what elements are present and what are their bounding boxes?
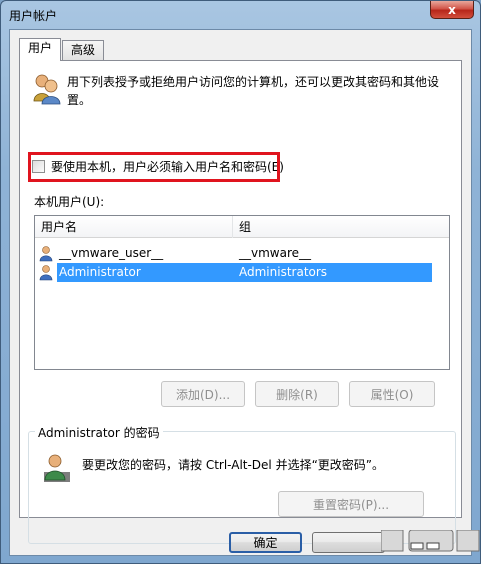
users-list-header: 用户名 组	[35, 216, 449, 238]
tab-users[interactable]: 用户	[19, 38, 62, 61]
column-header-group[interactable]: 组	[233, 216, 449, 238]
taskbar-buttons-icon	[380, 529, 480, 552]
password-instructions: 要更改您的密码，请按 Ctrl-Alt-Del 并选择“更改密码”。	[82, 458, 385, 472]
list-item-group: Administrators	[237, 263, 432, 282]
add-user-button[interactable]: 添加(D)...	[161, 381, 245, 407]
require-password-checkbox[interactable]	[32, 159, 45, 173]
user-icon	[39, 265, 53, 281]
list-item[interactable]: __vmware_user__ __vmware__	[38, 244, 432, 263]
require-password-label: 要使用本机，用户必须输入用户名和密码(E)	[51, 159, 284, 174]
list-item-username: __vmware_user__	[59, 246, 164, 260]
list-item-username: Administrator	[57, 263, 237, 282]
users-list[interactable]: 用户名 组 __vmware_user__ __vmware__ Adminis…	[34, 215, 450, 370]
reset-password-button[interactable]: 重置密码(P)...	[278, 491, 424, 517]
window-title: 用户帐户	[9, 9, 58, 23]
taskbar-overlay	[380, 529, 481, 552]
close-button[interactable]: x	[430, 1, 474, 19]
list-item-group: __vmware__	[239, 246, 312, 260]
tab-advanced[interactable]: 高级	[62, 40, 105, 60]
cancel-button[interactable]	[312, 532, 385, 553]
close-icon: x	[448, 2, 456, 17]
local-users-label: 本机用户(U):	[34, 195, 105, 209]
user-password-icon	[44, 454, 70, 482]
properties-button[interactable]: 属性(O)	[349, 381, 435, 407]
password-group: Administrator 的密码 要更改您的密码，请按 Ctrl-Alt-De…	[28, 424, 456, 544]
tab-users-label: 用户	[28, 41, 53, 55]
require-password-row[interactable]: 要使用本机，用户必须输入用户名和密码(E)	[20, 155, 284, 177]
title-bar[interactable]: 用户帐户 x	[1, 1, 480, 29]
remove-user-button[interactable]: 删除(R)	[255, 381, 339, 407]
user-accounts-window: 用户帐户 x 用户 高级 用下列表授予或拒绝用户访问您的计算机，还可以更改其密码…	[0, 0, 481, 564]
users-tab-panel: 用下列表授予或拒绝用户访问您的计算机，还可以更改其密码和其他设置。 要使用本机，…	[19, 60, 462, 544]
dialog-client-area: 用户 高级 用下列表授予或拒绝用户访问您的计算机，还可以更改其密码和其他设置。 …	[9, 29, 472, 556]
password-group-title: Administrator 的密码	[35, 424, 163, 441]
user-icon	[39, 246, 53, 262]
tab-advanced-label: 高级	[71, 43, 96, 57]
description-text: 用下列表授予或拒绝用户访问您的计算机，还可以更改其密码和其他设置。	[67, 75, 440, 107]
ok-button[interactable]: 确定	[229, 532, 302, 553]
users-group-icon	[33, 74, 61, 105]
list-item-selected[interactable]: Administrator Administrators	[38, 263, 432, 282]
column-header-username[interactable]: 用户名	[35, 216, 233, 238]
